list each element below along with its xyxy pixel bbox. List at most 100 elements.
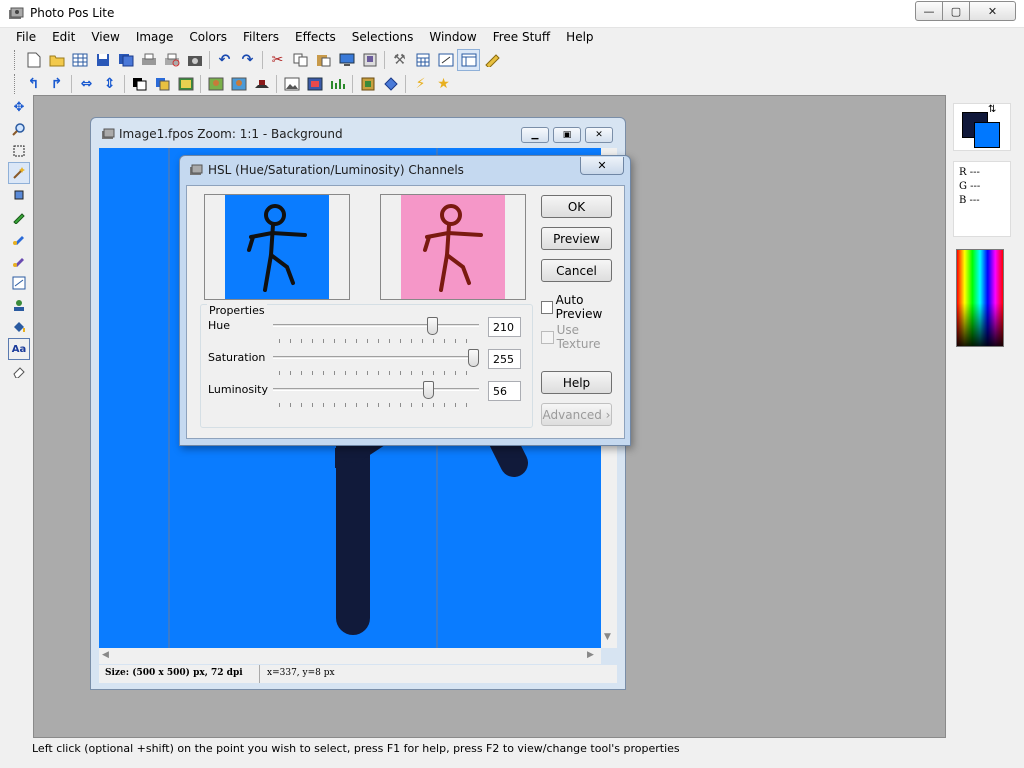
frame-icon[interactable] <box>356 73 379 95</box>
hue-slider-thumb[interactable] <box>427 317 439 335</box>
maximize-button[interactable]: ▢ <box>942 1 970 21</box>
toolbar-separator <box>384 51 385 69</box>
luminosity-value-field[interactable]: 56 <box>488 381 521 401</box>
use-texture-box[interactable] <box>541 330 554 344</box>
image-adjust-icon[interactable] <box>174 73 197 95</box>
image-toolbar: ↰ ↱ ⇔ ⇕ ⚡ ★ <box>14 72 455 96</box>
saturation-slider-thumb[interactable] <box>468 349 479 367</box>
print-preview-icon[interactable] <box>160 49 183 71</box>
menu-file[interactable]: File <box>8 28 44 48</box>
airbrush-icon[interactable] <box>8 250 30 272</box>
lightning-icon[interactable]: ⚡ <box>409 73 432 95</box>
dialog-close-button[interactable]: ✕ <box>580 157 624 175</box>
help-button[interactable]: Help <box>541 371 612 394</box>
resize-icon[interactable] <box>434 49 457 71</box>
calculator-icon[interactable] <box>411 49 434 71</box>
use-texture-checkbox[interactable]: Use Texture <box>541 323 624 351</box>
luminosity-slider-track[interactable] <box>273 388 479 391</box>
eraser-icon[interactable] <box>8 360 30 382</box>
screen-capture-icon[interactable] <box>335 49 358 71</box>
diamond-icon[interactable] <box>379 73 402 95</box>
brush-icon[interactable] <box>8 228 30 250</box>
layer-icon[interactable] <box>128 73 151 95</box>
table-view-icon[interactable] <box>457 49 480 71</box>
menu-selections[interactable]: Selections <box>344 28 422 48</box>
document-maximize-button[interactable]: ▣ <box>553 127 581 143</box>
horizontal-scrollbar[interactable]: ◀ ▶ <box>99 648 601 664</box>
flip-vertical-icon[interactable]: ⇕ <box>98 73 121 95</box>
scanner-icon[interactable] <box>358 49 381 71</box>
save-icon[interactable] <box>91 49 114 71</box>
rect-select-icon[interactable] <box>8 140 30 162</box>
saturation-slider-ticks <box>279 371 477 375</box>
print-icon[interactable] <box>137 49 160 71</box>
redo-icon[interactable]: ↷ <box>236 49 259 71</box>
people-icon[interactable] <box>227 73 250 95</box>
move-icon[interactable]: ✥ <box>8 96 30 118</box>
color-spectrum-picker[interactable] <box>956 249 1004 347</box>
scroll-right-icon[interactable]: ▶ <box>587 650 594 660</box>
cut-icon[interactable]: ✂ <box>266 49 289 71</box>
rotate-right-icon[interactable]: ↱ <box>45 73 68 95</box>
layer-stack-icon[interactable] <box>151 73 174 95</box>
properties-group: Properties Hue 210 Saturation 255 Lumino… <box>200 304 533 428</box>
paste-icon[interactable] <box>312 49 335 71</box>
tools-settings-icon[interactable]: ⚒ <box>388 49 411 71</box>
ok-button[interactable]: OK <box>541 195 612 218</box>
zoom-icon[interactable] <box>8 118 30 140</box>
dialog-icon <box>189 164 203 179</box>
picture-icon[interactable] <box>280 73 303 95</box>
text-icon[interactable]: Aa <box>8 338 30 360</box>
ruler-icon[interactable] <box>480 49 503 71</box>
cancel-button[interactable]: Cancel <box>541 259 612 282</box>
close-button[interactable]: ✕ <box>969 1 1016 21</box>
menu-colors[interactable]: Colors <box>181 28 235 48</box>
saturation-slider-track[interactable] <box>273 356 479 359</box>
menu-free-stuff[interactable]: Free Stuff <box>485 28 558 48</box>
magic-wand-icon[interactable] <box>8 162 30 184</box>
luminosity-slider-thumb[interactable] <box>423 381 435 399</box>
hue-slider-track[interactable] <box>273 324 479 327</box>
background-color-swatch[interactable] <box>974 122 1000 148</box>
save-as-icon[interactable] <box>114 49 137 71</box>
pencil-icon[interactable] <box>8 206 30 228</box>
copy-icon[interactable] <box>289 49 312 71</box>
menu-help[interactable]: Help <box>558 28 601 48</box>
flip-horizontal-icon[interactable]: ⇔ <box>75 73 98 95</box>
scroll-left-icon[interactable]: ◀ <box>102 650 109 660</box>
document-minimize-button[interactable]: ▁ <box>521 127 549 143</box>
undo-icon[interactable]: ↶ <box>213 49 236 71</box>
toolbar-grip[interactable] <box>14 50 18 70</box>
advanced-button[interactable]: Advanced › <box>541 403 612 426</box>
preview-button[interactable]: Preview <box>541 227 612 250</box>
menu-edit[interactable]: Edit <box>44 28 83 48</box>
document-close-button[interactable]: ✕ <box>585 127 613 143</box>
toolbar-grip[interactable] <box>14 74 18 94</box>
star-icon[interactable]: ★ <box>432 73 455 95</box>
saturation-value-field[interactable]: 255 <box>488 349 521 369</box>
hue-value-field[interactable]: 210 <box>488 317 521 337</box>
swap-colors-icon[interactable]: ⇅ <box>988 104 996 115</box>
levels-icon[interactable] <box>326 73 349 95</box>
auto-preview-checkbox[interactable]: Auto Preview <box>541 293 624 321</box>
clone-icon[interactable] <box>8 272 30 294</box>
fill-bucket-icon[interactable] <box>8 316 30 338</box>
people-add-icon[interactable] <box>204 73 227 95</box>
new-file-icon[interactable] <box>22 49 45 71</box>
menu-view[interactable]: View <box>83 28 127 48</box>
open-folder-icon[interactable] <box>45 49 68 71</box>
stamp-icon[interactable] <box>8 294 30 316</box>
wizard-hat-icon[interactable] <box>250 73 273 95</box>
grid-table-icon[interactable] <box>68 49 91 71</box>
menu-image[interactable]: Image <box>128 28 182 48</box>
crop-icon[interactable] <box>8 184 30 206</box>
menu-filters[interactable]: Filters <box>235 28 287 48</box>
scroll-down-icon[interactable]: ▼ <box>604 632 611 642</box>
rotate-left-icon[interactable]: ↰ <box>22 73 45 95</box>
menu-window[interactable]: Window <box>421 28 484 48</box>
minimize-button[interactable]: — <box>915 1 943 21</box>
auto-preview-box[interactable] <box>541 300 553 314</box>
camera-icon[interactable] <box>183 49 206 71</box>
picture-frame-icon[interactable] <box>303 73 326 95</box>
menu-effects[interactable]: Effects <box>287 28 344 48</box>
